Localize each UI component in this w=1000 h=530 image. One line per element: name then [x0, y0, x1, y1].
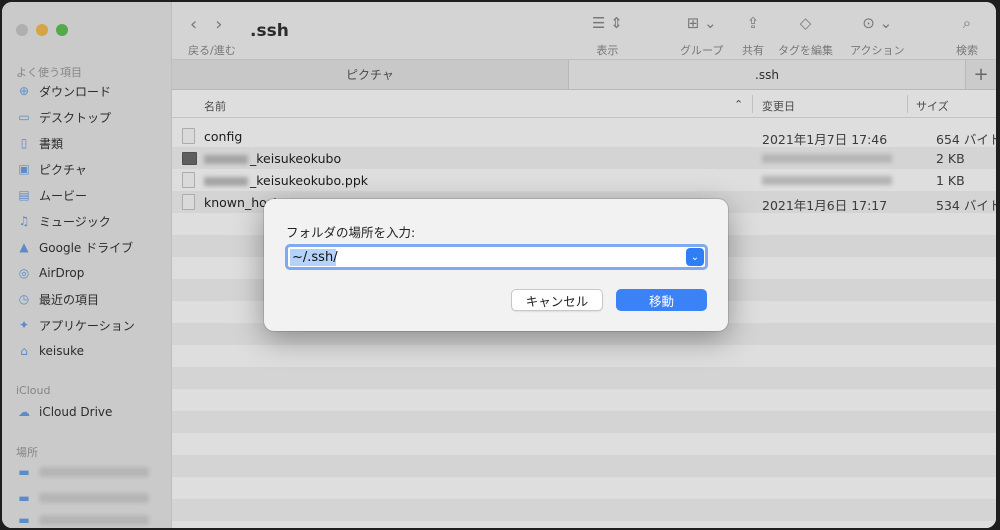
dialog-label: フォルダの場所を入力: [286, 225, 416, 240]
folder-path-value: ~/.ssh/ [292, 250, 338, 265]
cancel-button[interactable]: キャンセル [511, 289, 603, 311]
go-button[interactable]: 移動 [616, 289, 707, 311]
go-to-folder-dialog: フォルダの場所を入力: ~/.ssh/ ⌄ キャンセル 移動 [264, 199, 728, 331]
path-history-dropdown[interactable]: ⌄ [686, 248, 704, 266]
text-selection: ~/.ssh/ [290, 249, 338, 266]
chevron-down-icon: ⌄ [690, 251, 700, 263]
folder-path-field[interactable]: ~/.ssh/ ⌄ [285, 244, 708, 270]
